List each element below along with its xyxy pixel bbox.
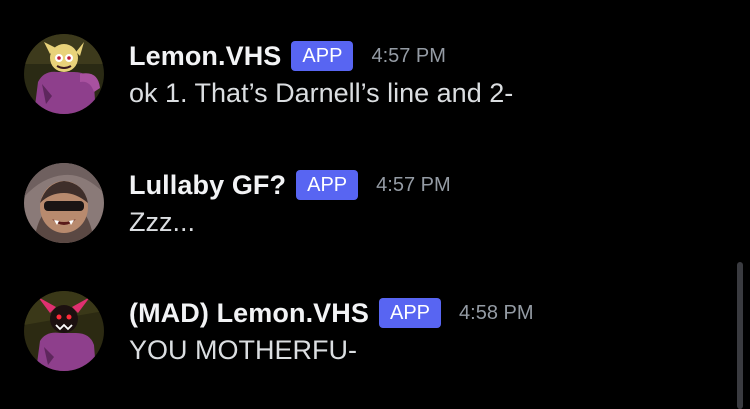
timestamp: 4:57 PM xyxy=(371,44,446,67)
message-item[interactable]: Lullaby GF? APP 4:57 PM Zzz... xyxy=(0,163,735,253)
app-badge: APP xyxy=(379,298,442,328)
mad-lemon-demon-avatar[interactable] xyxy=(24,291,104,371)
message-header: Lullaby GF? APP 4:57 PM xyxy=(129,167,451,203)
app-badge: APP xyxy=(296,170,359,200)
lemon-demon-avatar[interactable] xyxy=(24,34,104,114)
username[interactable]: Lullaby GF? xyxy=(129,170,286,201)
message-item[interactable]: (MAD) Lemon.VHS APP 4:58 PM YOU MOTHERFU… xyxy=(0,291,735,381)
message-item[interactable]: Lemon.VHS APP 4:57 PM ok 1. That’s Darne… xyxy=(0,34,735,124)
message-content: Zzz... xyxy=(129,207,195,237)
timestamp: 4:58 PM xyxy=(459,301,534,324)
avatar-icon xyxy=(24,34,104,114)
username[interactable]: (MAD) Lemon.VHS xyxy=(129,298,369,329)
lullaby-gf-avatar[interactable] xyxy=(24,163,104,243)
username[interactable]: Lemon.VHS xyxy=(129,41,281,72)
app-badge: APP xyxy=(291,41,354,71)
avatar-icon xyxy=(24,163,104,243)
message-header: Lemon.VHS APP 4:57 PM xyxy=(129,38,446,74)
timestamp: 4:57 PM xyxy=(376,173,451,196)
avatar-icon xyxy=(24,291,104,371)
message-content: ok 1. That’s Darnell’s line and 2- xyxy=(129,78,514,108)
message-content: YOU MOTHERFU- xyxy=(129,335,357,365)
message-header: (MAD) Lemon.VHS APP 4:58 PM xyxy=(129,295,534,331)
scrollbar-thumb[interactable] xyxy=(737,262,743,409)
